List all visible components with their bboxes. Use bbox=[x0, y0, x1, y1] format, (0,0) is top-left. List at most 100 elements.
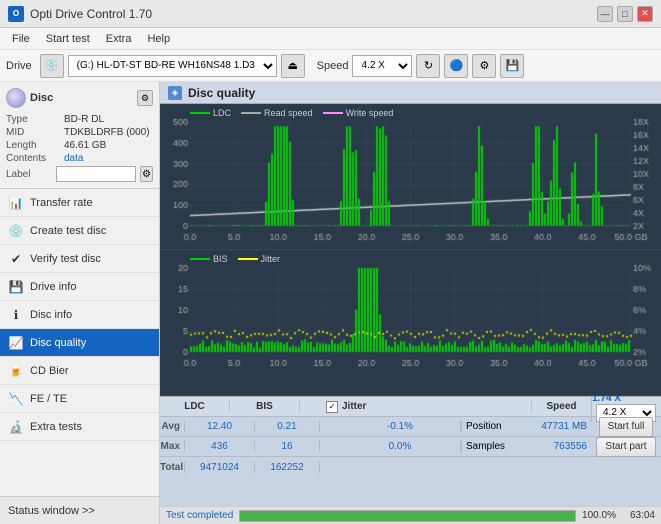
max-bis: 16 bbox=[255, 441, 320, 452]
disc-type-row: Type BD-R DL bbox=[6, 114, 153, 125]
avg-ldc: 12.40 bbox=[185, 421, 255, 432]
bis-header: BIS bbox=[230, 401, 300, 412]
samples-display: Samples 763556 bbox=[466, 441, 587, 452]
menu-extra[interactable]: Extra bbox=[98, 31, 140, 47]
disc-quality-icon: 📈 bbox=[8, 335, 24, 351]
write-speed-legend-item: Write speed bbox=[323, 108, 394, 118]
drive-select[interactable]: (G:) HL-DT-ST BD-RE WH16NS48 1.D3 bbox=[68, 55, 277, 77]
position-value: 47731 MB bbox=[541, 421, 587, 432]
disc-settings-btn[interactable]: ⚙ bbox=[137, 90, 153, 106]
sidebar-item-create-test[interactable]: 💿 Create test disc bbox=[0, 217, 159, 245]
start-full-button[interactable]: Start full bbox=[599, 417, 654, 437]
samples-label: Samples bbox=[466, 441, 505, 452]
write-speed-legend-color bbox=[323, 112, 343, 114]
disc-panel-title: Disc bbox=[30, 92, 53, 104]
sidebar-item-fe-te-label: FE / TE bbox=[30, 393, 67, 405]
speed-select[interactable]: 4.2 X bbox=[352, 55, 412, 77]
menu-file[interactable]: File bbox=[4, 31, 38, 47]
sidebar: Disc ⚙ Type BD-R DL MID TDKBLDRFB (000) … bbox=[0, 82, 160, 524]
sidebar-item-cd-bier[interactable]: 🍺 CD Bier bbox=[0, 357, 159, 385]
app-title: Opti Drive Control 1.70 bbox=[30, 7, 597, 21]
drive-icon: 💿 bbox=[40, 54, 64, 78]
ldc-header: LDC bbox=[160, 401, 230, 412]
speed-label: Speed bbox=[317, 60, 349, 72]
stats-header-row: LDC BIS ✓ Jitter Speed 1.74 X 4.2 X bbox=[160, 397, 661, 417]
read-speed-legend-item: Read speed bbox=[241, 108, 313, 118]
app-logo: O bbox=[8, 6, 24, 22]
refresh-btn[interactable]: ↻ bbox=[416, 54, 440, 78]
close-btn[interactable]: ✕ bbox=[637, 6, 653, 22]
ldc-legend-item: LDC bbox=[190, 108, 231, 118]
samples-row: Samples 763556 bbox=[461, 441, 591, 452]
save-btn[interactable]: 💾 bbox=[500, 54, 524, 78]
minimize-btn[interactable]: — bbox=[597, 6, 613, 22]
sidebar-item-disc-quality[interactable]: 📈 Disc quality bbox=[0, 329, 159, 357]
avg-bis: 0.21 bbox=[255, 421, 320, 432]
jitter-legend-color bbox=[238, 258, 258, 260]
jitter-checkbox[interactable]: ✓ bbox=[326, 401, 338, 413]
menubar: File Start test Extra Help bbox=[0, 28, 661, 50]
samples-value: 763556 bbox=[554, 441, 587, 452]
maximize-btn[interactable]: □ bbox=[617, 6, 633, 22]
sidebar-item-cd-bier-label: CD Bier bbox=[30, 365, 69, 377]
jitter-legend-item: Jitter bbox=[238, 254, 281, 264]
sidebar-item-extra-tests[interactable]: 🔬 Extra tests bbox=[0, 413, 159, 441]
cd-bier-icon: 🍺 bbox=[8, 363, 24, 379]
max-jitter: 0.0% bbox=[340, 441, 461, 452]
avg-jitter: -0.1% bbox=[340, 421, 461, 432]
sidebar-item-disc-info[interactable]: ℹ Disc info bbox=[0, 301, 159, 329]
disc-quality-header: ◈ Disc quality bbox=[160, 82, 661, 104]
sidebar-item-fe-te[interactable]: 📉 FE / TE bbox=[0, 385, 159, 413]
read-speed-legend-color bbox=[241, 112, 261, 114]
sidebar-item-transfer-rate-label: Transfer rate bbox=[30, 197, 93, 209]
sidebar-item-transfer-rate[interactable]: 📊 Transfer rate bbox=[0, 189, 159, 217]
sidebar-item-disc-info-label: Disc info bbox=[30, 309, 72, 321]
dq-icon: ◈ bbox=[168, 86, 182, 100]
disc-label-input[interactable] bbox=[56, 166, 136, 182]
avg-row: Avg 12.40 0.21 -0.1% Position 47731 MB S… bbox=[160, 417, 661, 437]
disc-contents-value: data bbox=[64, 153, 83, 164]
position-label: Position bbox=[466, 421, 502, 432]
fe-te-icon: 📉 bbox=[8, 391, 24, 407]
chart2-legend: BIS Jitter bbox=[190, 254, 280, 264]
disc-label-label: Label bbox=[6, 169, 52, 180]
disc-contents-row: Contents data bbox=[6, 153, 153, 164]
bis-chart: BIS Jitter bbox=[160, 250, 661, 396]
read-speed-legend-label: Read speed bbox=[264, 108, 313, 118]
extra-tests-icon: 🔬 bbox=[8, 419, 24, 435]
max-label: Max bbox=[160, 441, 185, 452]
start-part-button[interactable]: Start part bbox=[596, 437, 655, 457]
progress-time: 63:04 bbox=[630, 510, 655, 521]
write-speed-legend-label: Write speed bbox=[346, 108, 394, 118]
progress-percent: 100.0% bbox=[582, 510, 616, 521]
status-window-btn[interactable]: Status window >> bbox=[0, 496, 159, 524]
verify-test-icon: ✔ bbox=[8, 251, 24, 267]
sidebar-item-drive-info[interactable]: 💾 Drive info bbox=[0, 273, 159, 301]
bis-legend-item: BIS bbox=[190, 254, 228, 264]
sidebar-item-verify-test-label: Verify test disc bbox=[30, 253, 101, 265]
menu-start-test[interactable]: Start test bbox=[38, 31, 98, 47]
settings-btn[interactable]: ⚙ bbox=[472, 54, 496, 78]
main-layout: Disc ⚙ Type BD-R DL MID TDKBLDRFB (000) … bbox=[0, 82, 661, 524]
toolbar: Drive 💿 (G:) HL-DT-ST BD-RE WH16NS48 1.D… bbox=[0, 50, 661, 82]
drive-info-icon: 💾 bbox=[8, 279, 24, 295]
menu-help[interactable]: Help bbox=[139, 31, 178, 47]
disc-length-row: Length 46.61 GB bbox=[6, 140, 153, 151]
disc-btn[interactable]: 🔵 bbox=[444, 54, 468, 78]
sidebar-item-disc-quality-label: Disc quality bbox=[30, 337, 86, 349]
content-area: ◈ Disc quality LDC Read speed bbox=[160, 82, 661, 524]
jitter-legend-label: Jitter bbox=[261, 254, 281, 264]
disc-mid-value: TDKBLDRFB (000) bbox=[64, 127, 150, 138]
create-test-icon: 💿 bbox=[8, 223, 24, 239]
speed-header: Speed bbox=[531, 401, 591, 412]
ldc-legend-color bbox=[190, 112, 210, 114]
disc-label-btn[interactable]: ⚙ bbox=[140, 166, 153, 182]
charts-container: LDC Read speed Write speed bbox=[160, 104, 661, 396]
disc-info-panel: Disc ⚙ Type BD-R DL MID TDKBLDRFB (000) … bbox=[0, 82, 159, 189]
status-text: Test completed bbox=[166, 510, 233, 521]
sidebar-item-verify-test[interactable]: ✔ Verify test disc bbox=[0, 245, 159, 273]
disc-length-label: Length bbox=[6, 140, 64, 151]
drive-label: Drive bbox=[6, 60, 32, 72]
eject-btn[interactable]: ⏏ bbox=[281, 54, 305, 78]
dq-title: Disc quality bbox=[188, 86, 255, 100]
